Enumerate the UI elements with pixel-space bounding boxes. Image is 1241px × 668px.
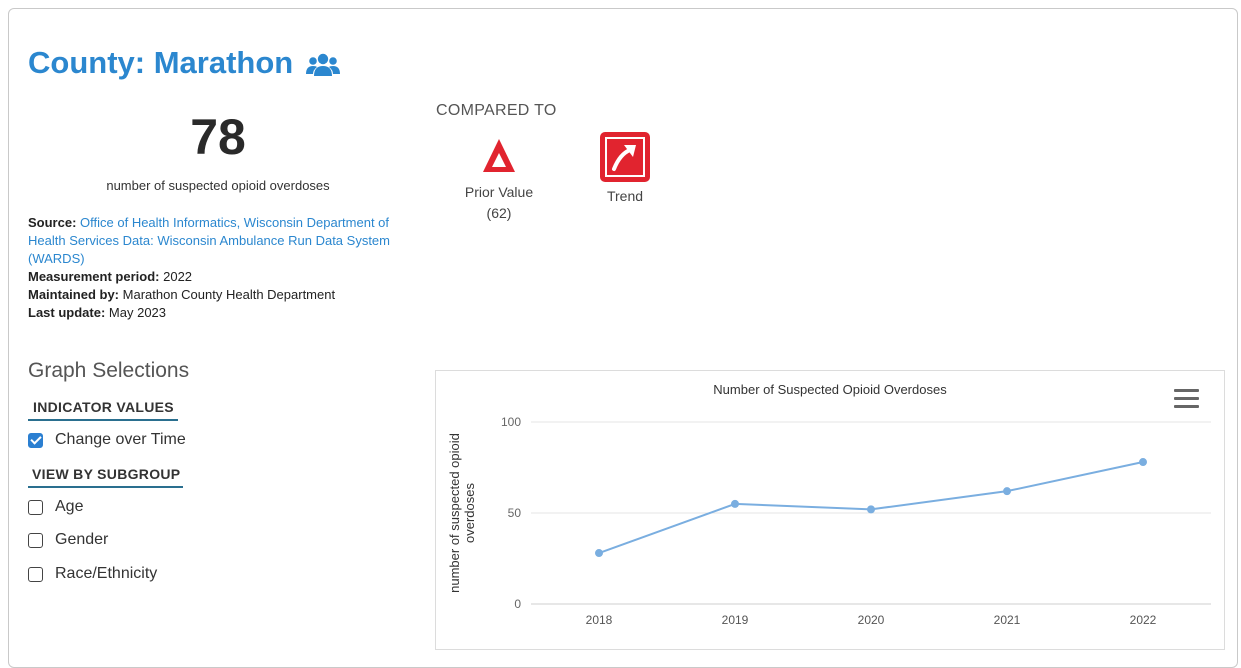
prior-value-label: Prior Value <box>464 184 534 200</box>
x-tick-label: 2019 <box>722 613 749 627</box>
red-triangle-up-icon <box>452 132 546 184</box>
checkbox-icon[interactable] <box>28 566 43 582</box>
source-label: Source: <box>28 215 77 230</box>
x-tick-label: 2022 <box>1130 613 1157 627</box>
update-label: Last update: <box>28 305 106 320</box>
line-chart: 0 50 100 2018 2019 2020 2021 2022 number of susp… <box>447 415 1211 627</box>
trend-label: Trend <box>606 188 644 204</box>
gender-checkbox[interactable]: Gender <box>28 531 108 549</box>
indicator-value: 78 <box>190 109 246 165</box>
indicator-values-heading: INDICATOR VALUES <box>28 399 178 421</box>
prior-value-number: (62) <box>486 205 512 221</box>
y-axis-label: number of suspected opioidoverdoses <box>447 433 477 593</box>
checkbox-icon[interactable] <box>28 532 43 548</box>
view-by-subgroup-heading: VIEW BY SUBGROUP <box>28 466 183 488</box>
page-title: County: Marathon <box>28 45 341 81</box>
period-label: Measurement period: <box>28 269 160 284</box>
x-tick-label: 2020 <box>858 613 885 627</box>
x-tick-label: 2018 <box>586 613 613 627</box>
y-tick-label: 100 <box>501 415 521 429</box>
checkbox-checked-icon[interactable] <box>28 432 43 448</box>
y-tick-label: 0 <box>514 597 521 611</box>
change-over-time-label: Change over Time <box>55 431 186 448</box>
maintained-value: Marathon County Health Department <box>122 287 336 302</box>
data-point <box>731 499 739 508</box>
chart-container: Number of Suspected Opioid Overdoses 0 50… <box>435 370 1225 650</box>
compared-to-heading: COMPARED TO <box>436 102 557 119</box>
age-checkbox[interactable]: Age <box>28 498 83 516</box>
data-point <box>595 549 603 558</box>
trend-comparison[interactable]: Trend <box>590 132 660 204</box>
indicator-label: number of suspected opioid overdoses <box>106 178 330 193</box>
checkbox-icon[interactable] <box>28 499 43 515</box>
maintained-label: Maintained by: <box>28 287 120 302</box>
graph-selections-title: Graph Selections <box>28 359 190 382</box>
race-ethnicity-checkbox[interactable]: Race/Ethnicity <box>28 565 157 583</box>
update-value: May 2023 <box>108 305 167 320</box>
data-point <box>1003 487 1011 496</box>
source-link[interactable]: Office of Health Informatics, Wisconsin … <box>28 215 390 266</box>
prior-value-comparison[interactable]: Prior Value (62) <box>452 132 546 221</box>
data-point <box>867 505 875 514</box>
gender-label: Gender <box>55 531 109 548</box>
data-point <box>1139 458 1147 467</box>
people-group-icon <box>306 50 341 76</box>
page-title-text: County: Marathon <box>28 45 294 80</box>
age-label: Age <box>55 498 84 515</box>
race-ethnicity-label: Race/Ethnicity <box>55 565 158 582</box>
period-value: 2022 <box>163 269 193 284</box>
y-tick-label: 50 <box>508 506 522 520</box>
change-over-time-checkbox[interactable]: Change over Time <box>28 431 186 449</box>
indicator-metadata: Source: Office of Health Informatics, Wi… <box>28 214 413 322</box>
x-tick-label: 2021 <box>994 613 1021 627</box>
trend-up-arrow-icon <box>590 132 660 184</box>
